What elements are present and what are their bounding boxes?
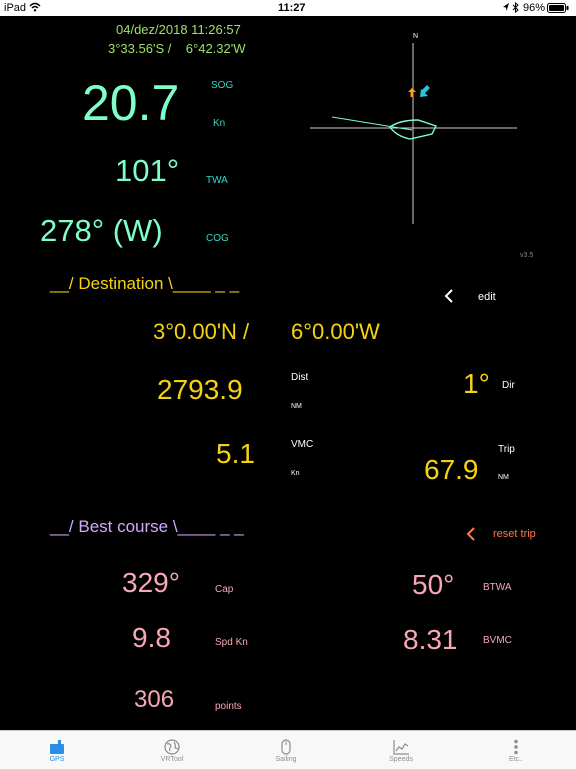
current-arrow-icon [420,85,430,97]
bluetooth-icon [512,1,519,16]
mouse-icon [281,739,291,755]
dist-label: Dist [291,372,309,383]
best-course-header: __/ Best course \____ _ _ [50,517,244,536]
position-label: 3°33.56'S / 6°42.32'W [108,41,246,56]
twa-value: 101° [115,153,180,188]
trip-value: 67.9 [424,454,479,485]
destination-header: __/ Destination \____ _ _ [50,274,240,293]
tab-sailing[interactable]: Sailing [256,731,316,769]
tab-gps[interactable]: GPS [27,731,87,769]
tab-vrtool-label: VRTool [160,756,184,763]
cog-label: COG [206,233,229,244]
trip-label: Trip [498,444,515,455]
clock: 11:27 [278,2,306,14]
tab-sailing-label: Sailing [275,756,297,763]
points-value: 306 [134,686,175,713]
cap-label: Cap [215,584,234,595]
north-label: N [413,33,419,40]
btwa-label: BTWA [483,582,512,593]
cog-value: 278° (W) [40,213,163,248]
tab-bar: GPS VRTool Sailing Speeds Etc.. [0,730,576,769]
tab-etc[interactable]: Etc.. [486,731,546,769]
chart-icon [393,740,409,755]
tab-speeds-label: Speeds [389,756,413,763]
tab-etc-label: Etc.. [508,756,523,763]
version-label: v3.5 [520,252,534,259]
vmc-label: VMC [291,439,314,450]
chevron-left-icon [444,289,454,308]
sog-label: SOG [211,80,234,91]
dist-unit: NM [291,403,302,410]
globe-icon [164,739,180,755]
more-icon [514,739,518,755]
wind-arrow-icon [408,88,416,97]
tab-vrtool[interactable]: VRTool [142,731,202,769]
destination-latitude: 3°0.00'N / [153,319,250,344]
vmc-value: 5.1 [216,438,255,469]
location-icon [502,2,510,15]
datetime-label: 04/dez/2018 11:26:57 [116,22,241,37]
edit-label: edit [478,291,496,303]
bvmc-label: BVMC [483,635,512,646]
edit-destination-button[interactable]: edit [444,287,524,309]
gps-icon [50,740,64,754]
dir-label: Dir [502,380,515,391]
chevron-left-icon [466,527,476,546]
speed-value: 9.8 [132,622,171,653]
speed-label: Spd Kn [215,637,248,648]
reset-trip-label: reset trip [493,528,536,540]
cap-value: 329° [122,567,180,598]
gps-screen: 04/dez/2018 11:26:57 3°33.56'S / 6°42.32… [0,16,576,730]
reset-trip-button[interactable]: reset trip [466,525,546,547]
battery-icon [547,3,569,16]
btwa-value: 50° [412,569,455,600]
battery-percentage: 96% [523,2,546,14]
sog-unit: Kn [213,118,226,129]
tab-speeds[interactable]: Speeds [371,731,431,769]
vmc-unit: Kn [291,470,300,477]
tab-gps-label: GPS [49,756,65,763]
device-name: iPad [4,2,27,14]
twa-label: TWA [206,175,228,186]
status-bar: iPad 11:27 96% [0,0,576,16]
bvmc-value: 8.31 [403,624,458,655]
compass-diagram [300,28,530,238]
destination-longitude: 6°0.00'W [291,319,380,344]
dist-value: 2793.9 [157,374,243,405]
trip-unit: NM [498,474,509,481]
dir-value: 1° [463,368,490,399]
sog-value: 20.7 [82,75,180,131]
wifi-icon [29,2,41,15]
points-label: points [215,701,242,712]
